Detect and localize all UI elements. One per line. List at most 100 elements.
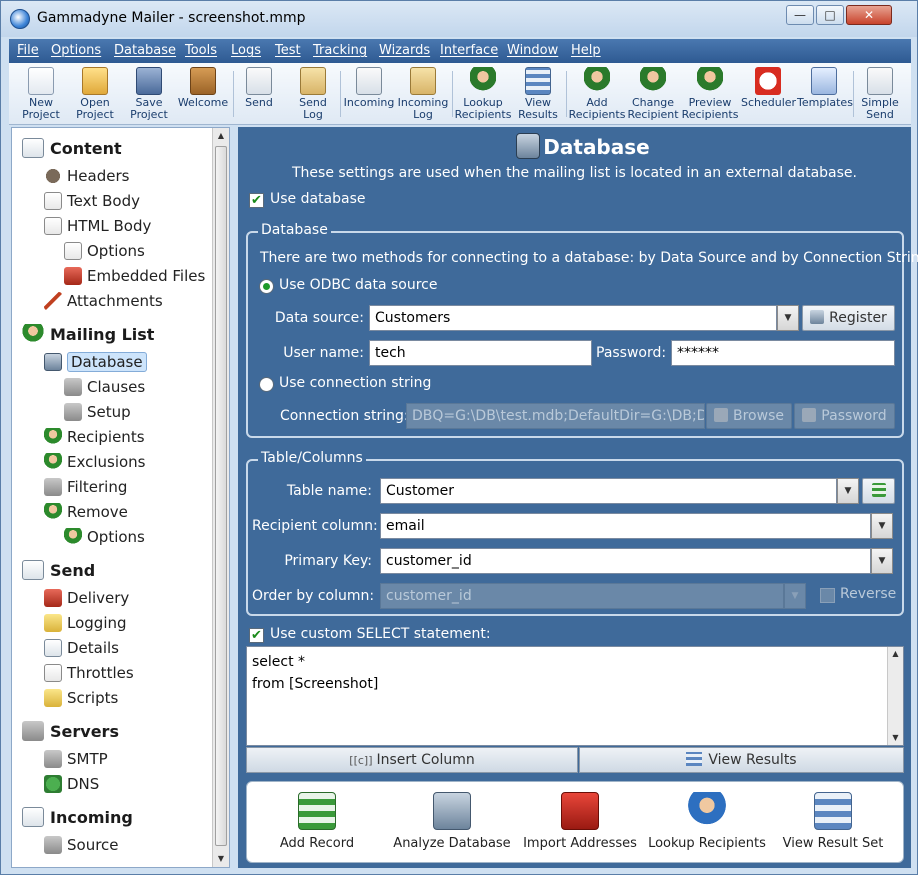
connection-string-radio[interactable] bbox=[259, 377, 274, 392]
reverse-checkbox[interactable] bbox=[820, 588, 835, 603]
primary-key-label: Primary Key: bbox=[284, 553, 372, 569]
toolbar-simple-send[interactable]: Simple Send bbox=[857, 65, 903, 123]
tree-item-attachments[interactable]: Attachments bbox=[44, 290, 163, 312]
menu-logs[interactable]: Logs bbox=[231, 43, 261, 58]
tree-item-delivery[interactable]: Delivery bbox=[44, 587, 129, 609]
editor-scroll-up-icon[interactable]: ▲ bbox=[888, 647, 903, 661]
custom-select-checkbox[interactable]: ✔ bbox=[249, 628, 264, 643]
browse-button[interactable]: Browse bbox=[706, 403, 792, 429]
order-by-dropdown-arrow-icon[interactable]: ▼ bbox=[784, 583, 806, 609]
tree-item-html-body[interactable]: HTML Body bbox=[44, 215, 151, 237]
toolbar-new-project[interactable]: New Project bbox=[17, 65, 65, 123]
table-add-button[interactable] bbox=[862, 478, 895, 504]
odbc-radio[interactable] bbox=[259, 279, 274, 294]
register-button[interactable]: Register bbox=[802, 305, 895, 331]
tree-group-content[interactable]: Content bbox=[22, 138, 122, 160]
tree-item-throttles[interactable]: Throttles bbox=[44, 662, 134, 684]
tree-group-mailing-list[interactable]: Mailing List bbox=[22, 324, 154, 346]
scroll-up-arrow-icon[interactable]: ▲ bbox=[213, 128, 229, 144]
tree-item-smtp[interactable]: SMTP bbox=[44, 748, 108, 770]
primary-key-dropdown-arrow-icon[interactable]: ▼ bbox=[871, 548, 893, 574]
toolbar-add-recipients[interactable]: Add Recipients bbox=[568, 65, 626, 123]
view-results-icon bbox=[525, 67, 551, 95]
username-input[interactable]: tech bbox=[369, 340, 592, 366]
tree-group-servers[interactable]: Servers bbox=[22, 721, 119, 743]
menu-wizards[interactable]: Wizards bbox=[379, 43, 430, 58]
data-source-dropdown-arrow-icon[interactable]: ▼ bbox=[777, 305, 799, 331]
editor-scroll-down-icon[interactable]: ▼ bbox=[888, 731, 903, 745]
menu-file[interactable]: File bbox=[17, 43, 39, 58]
tree-item-html-options[interactable]: Options bbox=[64, 240, 145, 262]
toolbar-incoming[interactable]: Incoming bbox=[343, 65, 395, 123]
toolbar-incoming-log[interactable]: Incoming Log bbox=[397, 65, 449, 123]
tree-group-send[interactable]: Send bbox=[22, 560, 95, 582]
toolbar-change-recipient[interactable]: Change Recipient bbox=[625, 65, 681, 123]
minimize-button[interactable]: — bbox=[786, 5, 814, 25]
insert-column-button[interactable]: [[c]] Insert Column bbox=[246, 747, 578, 773]
tree-item-dns[interactable]: DNS bbox=[44, 773, 99, 795]
toolbar-preview-recipients[interactable]: Preview Recipients bbox=[681, 65, 739, 123]
table-name-dropdown-arrow-icon[interactable]: ▼ bbox=[837, 478, 859, 504]
tree-item-details[interactable]: Details bbox=[44, 637, 119, 659]
toolbar-send-log[interactable]: Send Log bbox=[291, 65, 335, 123]
tree-item-embedded-files[interactable]: Embedded Files bbox=[64, 265, 205, 287]
data-source-select[interactable]: Customers bbox=[369, 305, 777, 331]
toolbar-view-results[interactable]: View Results bbox=[515, 65, 561, 123]
add-record-button[interactable]: Add Record bbox=[267, 790, 367, 860]
data-source-label: Data source: bbox=[274, 310, 364, 326]
import-addresses-button[interactable]: Import Addresses bbox=[515, 790, 645, 860]
view-results-button[interactable]: View Results bbox=[579, 747, 904, 773]
menu-tracking[interactable]: Tracking bbox=[313, 43, 367, 58]
tree-item-database[interactable]: Database bbox=[44, 351, 147, 373]
tree-item-clauses[interactable]: Clauses bbox=[64, 376, 145, 398]
menu-window[interactable]: Window bbox=[507, 43, 558, 58]
scrollbar-thumb[interactable] bbox=[215, 146, 227, 846]
toolbar-lookup-recipients[interactable]: Lookup Recipients bbox=[454, 65, 512, 123]
tree-item-source[interactable]: Source bbox=[44, 834, 119, 856]
menu-options[interactable]: Options bbox=[51, 43, 101, 58]
lookup-recipients-button[interactable]: Lookup Recipients bbox=[642, 790, 772, 860]
connection-password-button[interactable]: Password bbox=[794, 403, 895, 429]
menu-tools[interactable]: Tools bbox=[185, 43, 217, 58]
table-name-select[interactable]: Customer bbox=[380, 478, 837, 504]
tree-item-scripts[interactable]: Scripts bbox=[44, 687, 118, 709]
menu-interface[interactable]: Interface bbox=[440, 43, 498, 58]
tree-item-remove[interactable]: Remove bbox=[44, 501, 128, 523]
tree-group-incoming[interactable]: Incoming bbox=[22, 807, 133, 829]
scroll-down-arrow-icon[interactable]: ▼ bbox=[213, 851, 229, 867]
connection-string-input[interactable]: DBQ=G:\DB\test.mdb;DefaultDir=G:\DB;Dri bbox=[406, 403, 705, 429]
tree-item-logging[interactable]: Logging bbox=[44, 612, 127, 634]
tree-item-filtering[interactable]: Filtering bbox=[44, 476, 127, 498]
toolbar-scheduler[interactable]: Scheduler bbox=[741, 65, 796, 123]
toolbar-open-project[interactable]: Open Project bbox=[71, 65, 119, 123]
tree-item-text-body[interactable]: Text Body bbox=[44, 190, 140, 212]
select-statement-editor[interactable]: select * from [Screenshot] ▲ ▼ bbox=[246, 646, 904, 746]
text-body-icon bbox=[44, 192, 62, 210]
send-group-icon bbox=[22, 560, 44, 580]
view-result-set-button[interactable]: View Result Set bbox=[777, 790, 889, 860]
tree-item-exclusions[interactable]: Exclusions bbox=[44, 451, 146, 473]
primary-key-select[interactable]: customer_id bbox=[380, 548, 871, 574]
menu-database[interactable]: Database bbox=[114, 43, 176, 58]
maximize-button[interactable]: □ bbox=[816, 5, 844, 25]
menu-help[interactable]: Help bbox=[571, 43, 601, 58]
tree-item-remove-options[interactable]: Options bbox=[64, 526, 145, 548]
order-by-select[interactable]: customer_id bbox=[380, 583, 784, 609]
database-actions-bar: Add Record Analyze Database Import Addre… bbox=[246, 781, 904, 863]
editor-scrollbar[interactable]: ▲ ▼ bbox=[887, 647, 903, 745]
close-button[interactable]: ✕ bbox=[846, 5, 892, 25]
sidebar-scrollbar[interactable]: ▲ ▼ bbox=[212, 128, 229, 867]
toolbar-templates[interactable]: Templates bbox=[797, 65, 853, 123]
recipient-column-dropdown-arrow-icon[interactable]: ▼ bbox=[871, 513, 893, 539]
toolbar-save-project[interactable]: Save Project bbox=[125, 65, 173, 123]
toolbar-send[interactable]: Send bbox=[239, 65, 279, 123]
password-input[interactable]: ****** bbox=[671, 340, 895, 366]
recipient-column-select[interactable]: email bbox=[380, 513, 871, 539]
tree-item-setup[interactable]: Setup bbox=[64, 401, 131, 423]
menu-test[interactable]: Test bbox=[275, 43, 301, 58]
toolbar-welcome[interactable]: Welcome bbox=[177, 65, 229, 123]
use-database-checkbox[interactable]: ✔ bbox=[249, 193, 264, 208]
tree-item-recipients[interactable]: Recipients bbox=[44, 426, 145, 448]
tree-item-headers[interactable]: Headers bbox=[44, 165, 129, 187]
analyze-database-button[interactable]: Analyze Database bbox=[387, 790, 517, 860]
